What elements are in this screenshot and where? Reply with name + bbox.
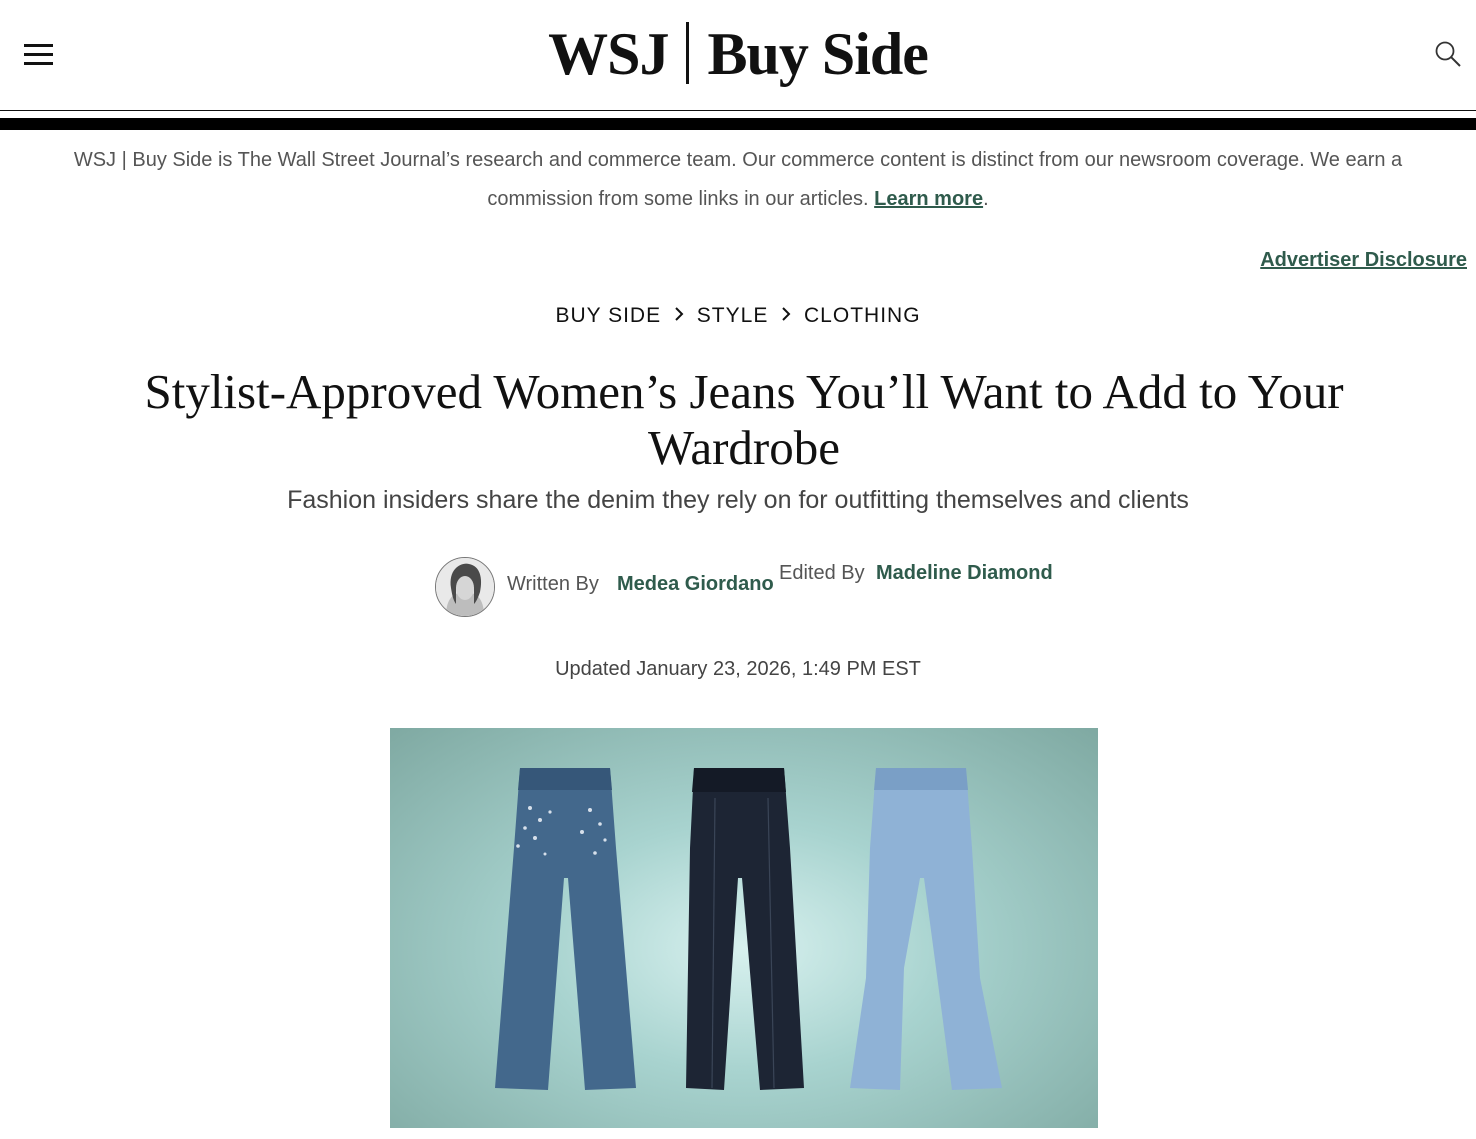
hero-image xyxy=(390,728,1098,1128)
editor-link[interactable]: Madeline Diamond xyxy=(876,562,1053,585)
article-title: Stylist-Approved Women’s Jeans You’ll Wa… xyxy=(144,364,1344,475)
site-logo[interactable]: WSJ Buy Side xyxy=(0,14,1476,94)
written-by-label: Written By xyxy=(507,573,599,595)
breadcrumb-style[interactable]: STYLE xyxy=(697,304,769,327)
advertiser-disclosure-link[interactable]: Advertiser Disclosure xyxy=(1260,249,1467,272)
author-link[interactable]: Medea Giordano xyxy=(617,573,774,596)
breadcrumb-clothing[interactable]: CLOTHING xyxy=(804,304,921,327)
article-dek: Fashion insiders share the denim they re… xyxy=(287,486,1189,514)
chevron-right-icon xyxy=(781,302,791,328)
site-header: WSJ Buy Side xyxy=(0,0,1476,110)
commerce-disclaimer: WSJ | Buy Side is The Wall Street Journa… xyxy=(60,141,1416,219)
byline: Written By Medea Giordano Edited By Made… xyxy=(435,557,1075,617)
header-rule-thick xyxy=(0,118,1476,130)
logo-wsj: WSJ xyxy=(548,21,669,87)
logo-divider xyxy=(686,22,690,84)
jeans-wide-leg-embellished xyxy=(495,768,636,1090)
chevron-right-icon xyxy=(674,302,684,328)
header-rule-thin xyxy=(0,110,1476,111)
author-avatar[interactable] xyxy=(435,557,495,617)
disclaimer-period: . xyxy=(983,188,989,210)
breadcrumb-buy-side[interactable]: BUY SIDE xyxy=(555,304,661,327)
disclaimer-text: WSJ | Buy Side is The Wall Street Journa… xyxy=(73,149,1403,210)
jeans-light-wash-flare xyxy=(850,768,1002,1090)
learn-more-link[interactable]: Learn more xyxy=(874,188,983,210)
breadcrumb: BUY SIDE STYLE CLOTHING xyxy=(0,302,1476,328)
jeans-dark-wash-barrel xyxy=(686,768,804,1090)
logo-buy-side: Buy Side xyxy=(707,21,928,87)
search-icon[interactable] xyxy=(1434,40,1462,68)
edited-by-label: Edited By xyxy=(779,562,865,584)
updated-timestamp: Updated January 23, 2026, 1:49 PM EST xyxy=(555,658,921,680)
